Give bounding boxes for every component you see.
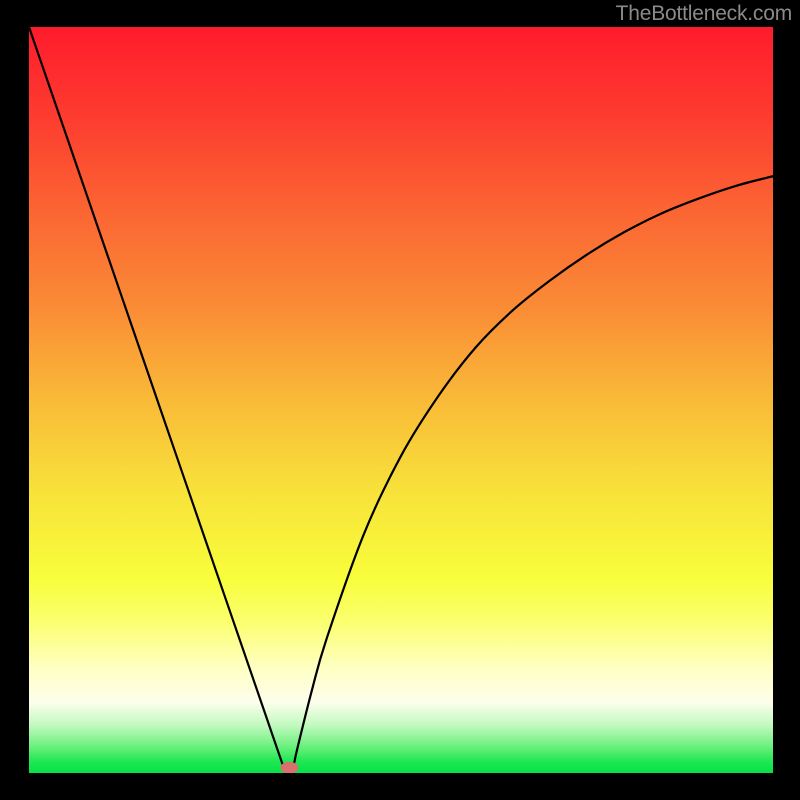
plot-frame <box>29 27 773 773</box>
watermark-text: TheBottleneck.com <box>616 2 792 26</box>
chart-stage: TheBottleneck.com <box>0 0 800 800</box>
chart-svg <box>29 27 773 773</box>
gradient-background <box>29 27 773 773</box>
